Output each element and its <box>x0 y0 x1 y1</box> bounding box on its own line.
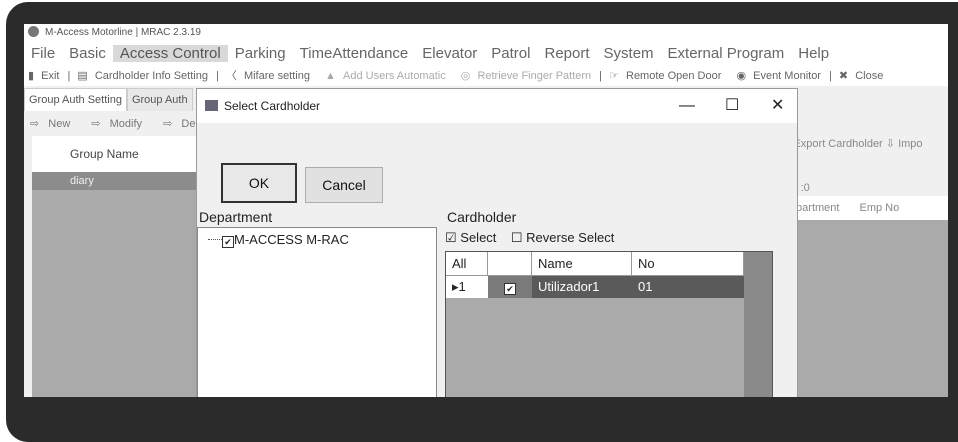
new-button[interactable]: ⇨ New <box>24 118 82 130</box>
cardholder-columns: Department Emp No <box>772 196 948 220</box>
cardholder-grid-body <box>772 220 948 397</box>
export-label: Export Cardholder <box>793 138 883 150</box>
cardholder-panel: ▤ Export Cardholder ⇩ Impo l No :0 Depar… <box>772 134 948 397</box>
exit-button[interactable]: ▮ Exit <box>24 70 67 82</box>
new-label: New <box>48 118 71 130</box>
tree-node-label: M-ACCESS M-RAC <box>234 232 349 247</box>
modify-button[interactable]: ⇨ Modify <box>85 118 154 130</box>
minimize-button[interactable]: — <box>679 89 695 123</box>
import-label: Impo <box>898 138 923 150</box>
dialog-close-button[interactable]: ✕ <box>771 89 784 123</box>
mifare-label: Mifare setting <box>243 70 310 82</box>
cardholder-info-button[interactable]: ▤ Cardholder Info Setting <box>73 70 216 82</box>
menu-patrol[interactable]: Patrol <box>484 45 537 62</box>
tree-node[interactable]: ✔ M-ACCESS M-RAC <box>208 232 349 248</box>
menu-access-control[interactable]: Access Control <box>112 45 228 62</box>
title-bar: M-Access Motorline | MRAC 2.3.19 <box>24 24 948 42</box>
tab-group-auth[interactable]: Group Auth <box>126 88 193 111</box>
toolbar: ▮ Exit | ▤ Cardholder Info Setting | 〈 Mif… <box>24 66 948 86</box>
add-users-button[interactable]: ▲ Add Users Automatic <box>321 70 454 82</box>
close-button[interactable]: ✖ Close <box>835 70 891 82</box>
menu-bar: File Basic Access Control Parking TimeAttend… <box>24 42 948 66</box>
window-icon <box>205 100 218 111</box>
row-checkbox[interactable]: ✔ <box>488 276 532 298</box>
menu-external-program[interactable]: External Program <box>661 45 792 62</box>
app-window: M-Access Motorline | MRAC 2.3.19 File Bas… <box>24 24 948 397</box>
department-label: Department <box>199 209 273 225</box>
emp-no-column[interactable]: Emp No <box>849 202 909 214</box>
remote-open-button[interactable]: ☞ Remote Open Door <box>605 70 729 82</box>
modify-label: Modify <box>109 118 143 130</box>
tree-connector <box>208 239 222 240</box>
name-column-header[interactable]: Name <box>532 252 632 276</box>
tab-group-auth-setting[interactable]: Group Auth Setting <box>24 88 127 111</box>
add-users-label: Add Users Automatic <box>343 70 446 82</box>
app-icon <box>28 26 39 37</box>
cardholder-grid: All Name No ▸1 ✔ Utilizador1 01 <box>445 251 773 397</box>
menu-parking[interactable]: Parking <box>228 45 293 62</box>
mifare-button[interactable]: 〈 Mifare setting <box>222 70 318 82</box>
department-tree: ✔ M-ACCESS M-RAC <box>197 227 437 397</box>
retrieve-finger-button[interactable]: ◎ Retrieve Finger Pattern <box>457 70 599 82</box>
reverse-select-button[interactable]: ☐ Reverse Select <box>511 230 614 245</box>
row-name[interactable]: Utilizador1 <box>532 276 632 298</box>
menu-file[interactable]: File <box>24 45 62 62</box>
select-label: Select <box>460 230 497 245</box>
select-button[interactable]: ☑ Select <box>445 230 496 245</box>
row-no[interactable]: 01 <box>632 276 744 298</box>
select-bar: ☑ Select ☐ Reverse Select <box>445 227 765 249</box>
ok-button[interactable]: OK <box>221 163 297 203</box>
menu-help[interactable]: Help <box>791 45 836 62</box>
check-column-header[interactable] <box>488 252 532 276</box>
menu-report[interactable]: Report <box>537 45 596 62</box>
row-index[interactable]: ▸1 <box>446 276 488 298</box>
select-cardholder-dialog: Select Cardholder — ☐ ✕ OK Cancel Depart… <box>196 88 798 397</box>
group-row[interactable]: diary <box>32 172 212 190</box>
no-column-header[interactable]: No <box>632 252 744 276</box>
maximize-button[interactable]: ☐ <box>725 89 739 123</box>
reverse-select-label: Reverse Select <box>526 230 615 245</box>
group-grid: Group Name diary <box>32 136 212 397</box>
exit-label: Exit <box>41 70 60 82</box>
retrieve-finger-label: Retrieve Finger Pattern <box>477 70 592 82</box>
cancel-button[interactable]: Cancel <box>305 167 383 203</box>
menu-system[interactable]: System <box>597 45 661 62</box>
all-column-header[interactable]: All <box>446 252 488 276</box>
cardholder-label: Cardholder <box>447 209 517 225</box>
row-check-icon: ✔ <box>504 283 516 295</box>
close-label: Close <box>855 70 884 82</box>
tree-checkbox[interactable]: ✔ <box>222 236 234 248</box>
export-import-bar: ▤ Export Cardholder ⇩ Impo <box>780 134 923 154</box>
menu-elevator[interactable]: Elevator <box>415 45 484 62</box>
menu-timeattendance[interactable]: TimeAttendance <box>293 45 416 62</box>
remote-open-label: Remote Open Door <box>626 70 722 82</box>
dialog-title: Select Cardholder <box>224 99 321 113</box>
grid-scroll-area <box>744 252 772 397</box>
event-monitor-button[interactable]: ◉ Event Monitor <box>732 70 829 82</box>
menu-basic[interactable]: Basic <box>62 45 113 62</box>
cardholder-info-label: Cardholder Info Setting <box>94 70 208 82</box>
event-monitor-label: Event Monitor <box>753 70 821 82</box>
dialog-title-bar: Select Cardholder — ☐ ✕ <box>197 89 797 123</box>
group-name-header[interactable]: Group Name <box>32 136 212 172</box>
import-button[interactable]: ⇩ Impo <box>886 138 923 150</box>
app-title: M-Access Motorline | MRAC 2.3.19 <box>45 27 201 38</box>
